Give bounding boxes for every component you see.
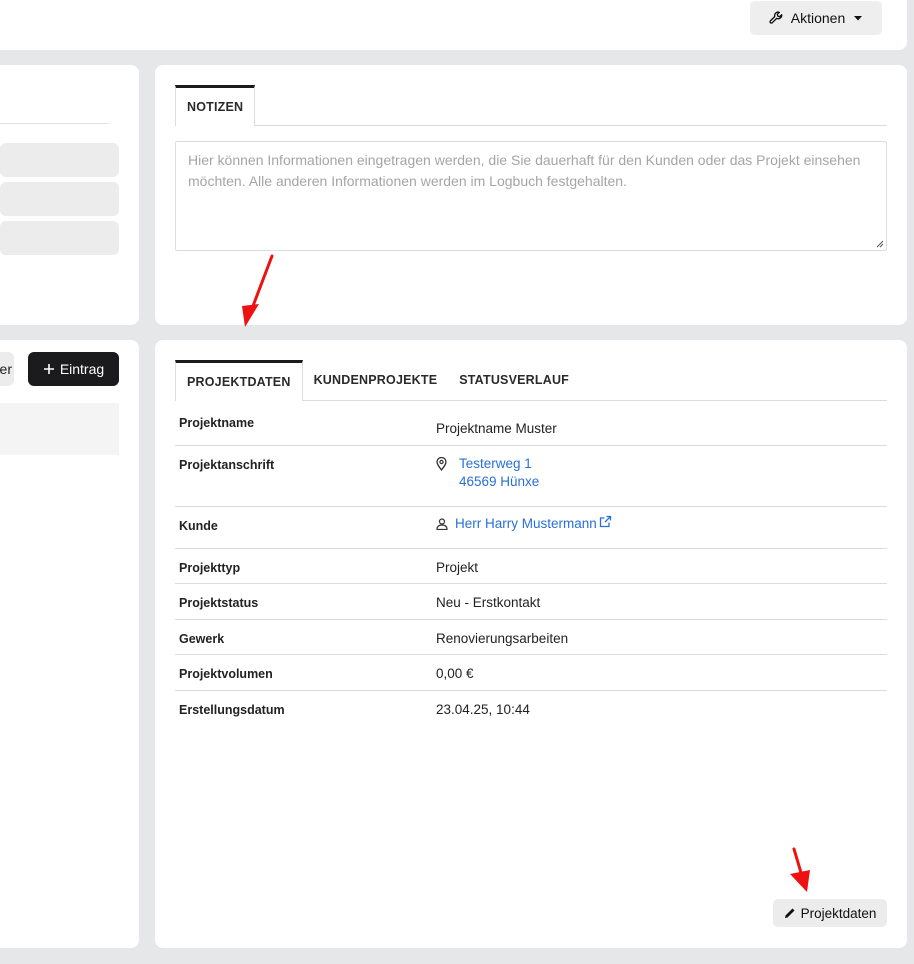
logbook-card: er Eintrag	[0, 340, 139, 948]
row-value-customer: Herr Harry Mustermann	[432, 507, 887, 548]
row-label: Projektvolumen	[179, 667, 273, 681]
tab-projektdaten-label: PROJEKTDATEN	[187, 375, 291, 389]
row-erstellungsdatum: Erstellungsdatum 23.04.25, 10:44	[175, 691, 887, 727]
tab-statusverlauf-label: STATUSVERLAUF	[459, 373, 570, 387]
resize-grip-icon[interactable]	[875, 239, 884, 248]
tab-statusverlauf[interactable]: STATUSVERLAUF	[448, 360, 580, 400]
left-field-3[interactable]	[0, 221, 119, 255]
left-field-2[interactable]	[0, 182, 119, 216]
row-value: 23.04.25, 10:44	[436, 702, 530, 717]
divider	[0, 123, 109, 124]
row-value: 0,00 €	[436, 666, 474, 681]
actions-button-label: Aktionen	[790, 10, 846, 26]
left-field-1[interactable]	[0, 143, 119, 177]
row-gewerk: Gewerk Renovierungsarbeiten	[175, 620, 887, 655]
tab-notizen-label: NOTIZEN	[187, 100, 244, 114]
pencil-icon	[784, 908, 795, 918]
row-projekttyp: Projekttyp Projekt	[175, 549, 887, 584]
actions-button[interactable]: Aktionen	[750, 1, 882, 35]
user-icon	[436, 517, 448, 530]
address-line-1-link[interactable]: Testerweg 1	[459, 456, 539, 471]
caret-down-icon	[854, 16, 863, 21]
tab-kundenprojekte-label: KUNDENPROJEKTE	[313, 373, 438, 387]
map-pin-icon	[436, 457, 447, 471]
address-line-2-link[interactable]: 46569 Hünxe	[459, 474, 539, 489]
edit-project-data-label: Projektdaten	[800, 905, 877, 921]
row-value-address: Testerweg 1 46569 Hünxe	[432, 446, 887, 506]
edit-project-data-button[interactable]: Projektdaten	[773, 899, 887, 927]
notes-tabs: NOTIZEN	[175, 85, 887, 126]
annotation-arrow-tabs	[242, 254, 274, 327]
external-link-icon[interactable]	[599, 515, 612, 528]
row-label: Projekttyp	[179, 561, 241, 575]
notes-textarea[interactable]: Hier können Informationen eingetragen we…	[175, 141, 887, 251]
filter-button-label: er	[0, 361, 12, 377]
row-label: Projektname	[179, 416, 255, 430]
row-projektanschrift: Projektanschrift Testerweg 1 46569 Hünxe	[175, 446, 887, 507]
project-data-table: Projektname Projektname Muster Projektan…	[175, 401, 887, 727]
row-label: Projektstatus	[179, 596, 259, 610]
row-label: Erstellungsdatum	[179, 703, 285, 717]
row-kunde: Kunde Herr Harry Mustermann	[175, 507, 887, 549]
filter-button[interactable]: er	[0, 352, 14, 386]
row-projektstatus: Projektstatus Neu - Erstkontakt	[175, 584, 887, 620]
tab-projektdaten[interactable]: PROJEKTDATEN	[175, 360, 303, 401]
row-value: Renovierungsarbeiten	[436, 631, 569, 646]
tab-kundenprojekte[interactable]: KUNDENPROJEKTE	[303, 360, 449, 400]
row-value: Projekt	[436, 560, 479, 575]
wrench-icon	[769, 11, 783, 24]
customer-link[interactable]: Herr Harry Mustermann	[455, 516, 597, 531]
add-entry-label: Eintrag	[59, 361, 105, 377]
row-label: Projektanschrift	[179, 458, 275, 472]
left-info-card	[0, 65, 139, 325]
row-value: Neu - Erstkontakt	[436, 595, 541, 610]
row-label: Gewerk	[179, 632, 225, 646]
project-tabs: PROJEKTDATEN KUNDENPROJEKTE STATUSVERLAU…	[175, 360, 887, 401]
log-entry-placeholder	[0, 403, 119, 455]
notes-placeholder: Hier können Informationen eingetragen we…	[188, 152, 861, 189]
top-header-card: Aktionen	[0, 0, 907, 50]
annotation-arrow-button	[790, 847, 810, 892]
row-label: Kunde	[179, 519, 218, 533]
row-value: Projektname Muster	[436, 421, 557, 436]
row-projektname: Projektname Projektname Muster	[175, 401, 887, 446]
row-projektvolumen: Projektvolumen 0,00 €	[175, 655, 887, 691]
add-entry-button[interactable]: Eintrag	[28, 352, 119, 386]
plus-icon	[43, 364, 54, 374]
tab-notizen[interactable]: NOTIZEN	[175, 85, 256, 126]
